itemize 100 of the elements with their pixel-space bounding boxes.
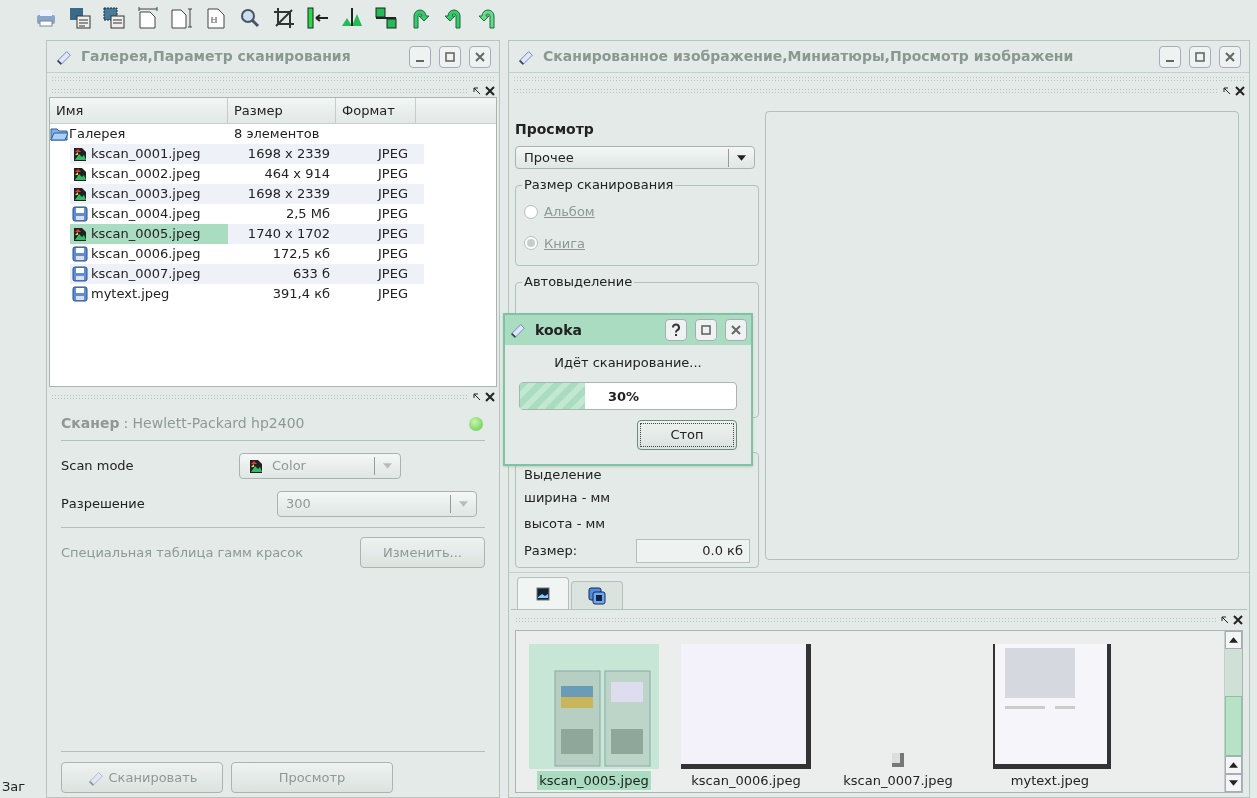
file-row[interactable]: kscan_0007.jpeg 633 б JPEG [70, 264, 424, 284]
fit-height-icon[interactable] [170, 6, 194, 30]
table-cell-text: 1740 x 1702 [246, 225, 331, 244]
minimize-button[interactable] [409, 45, 431, 68]
thumbnail[interactable]: kscan_0005.jpeg [528, 643, 660, 790]
scrollbar[interactable] [1224, 631, 1242, 792]
maximize-button[interactable] [1189, 45, 1211, 68]
file-row[interactable]: kscan_0001.jpeg 1698 x 2339 JPEG [70, 144, 424, 164]
column-header[interactable]: Формат [336, 98, 416, 123]
field-label: Размер: [524, 542, 579, 561]
thumbnail[interactable]: mytext.jpeg [984, 643, 1116, 790]
file-name: kscan_0003.jpeg [91, 185, 201, 204]
table-cell-text: JPEG [376, 265, 409, 284]
table-cell-text: 1698 x 2339 [246, 145, 331, 164]
tab[interactable] [571, 581, 623, 609]
status-text: Заг [2, 777, 27, 796]
selection-height: высота - мм [524, 514, 607, 533]
table-cell-text: 2,5 Мб [284, 205, 331, 224]
file-name: kscan_0004.jpeg [91, 205, 201, 224]
group-title: Выделение [524, 467, 603, 482]
dock-title: Галерея,Параметр сканирования [81, 47, 352, 66]
minimize-icon [1166, 59, 1174, 62]
tab[interactable] [517, 577, 569, 609]
file-name: kscan_0001.jpeg [91, 145, 201, 164]
file-name: kscan_0005.jpeg [91, 225, 201, 244]
file-name: kscan_0006.jpeg [91, 245, 201, 264]
image-file-icon [72, 166, 88, 182]
table-cell-text: JPEG [376, 185, 409, 204]
dropdown[interactable]: Прочее [515, 146, 755, 169]
table-cell-text: JPEG [376, 245, 409, 264]
thumbnail[interactable]: kscan_0006.jpeg [680, 643, 812, 790]
scroll-up-icon[interactable] [1225, 756, 1242, 774]
thumbnail-label: kscan_0007.jpeg [842, 771, 954, 790]
table-cell-text: 633 б [292, 265, 331, 284]
field-label: Scan mode [61, 457, 135, 476]
disk-file-icon [72, 246, 88, 262]
close-icon[interactable] [1233, 615, 1243, 625]
table-cell-text: JPEG [376, 165, 409, 184]
table-cell-text: 464 x 914 [263, 165, 331, 184]
close-icon[interactable] [485, 86, 495, 96]
undock-icon[interactable] [473, 393, 481, 401]
file-row[interactable]: kscan_0005.jpeg 1740 x 1702 JPEG [70, 224, 424, 244]
disk-file-icon [72, 266, 88, 282]
undock-icon[interactable] [1223, 87, 1231, 95]
table-cell-text: 1698 x 2339 [246, 185, 331, 204]
disk-file-icon [72, 286, 88, 302]
image-export-icon[interactable] [68, 6, 92, 30]
undock-icon[interactable] [1221, 616, 1229, 624]
file-row[interactable]: kscan_0003.jpeg 1698 x 2339 JPEG [70, 184, 424, 204]
fit-width-icon[interactable] [136, 6, 160, 30]
column-header[interactable]: Имя [50, 98, 228, 123]
image-file-icon [72, 186, 88, 202]
image-file-icon [72, 146, 88, 162]
status-light [469, 416, 483, 431]
thumbnail-label: mytext.jpeg [1009, 771, 1091, 790]
minimize-button[interactable] [1159, 45, 1181, 68]
size-field: 0.0 кб [636, 539, 750, 563]
dialog-title: kooka [535, 320, 583, 340]
maximize-button[interactable] [439, 45, 461, 68]
scroll-thumb[interactable] [1225, 696, 1242, 756]
mirror-both-icon[interactable] [374, 6, 398, 30]
close-button[interactable] [1219, 45, 1241, 68]
selection-width: ширина - мм [524, 489, 612, 507]
close-button[interactable] [725, 319, 747, 341]
thumbnail[interactable]: kscan_0007.jpeg [832, 643, 964, 790]
field-label: Разрешение [61, 495, 146, 514]
disk-file-icon [72, 206, 88, 222]
progress-text: 30% [608, 387, 640, 406]
tree-item[interactable]: Галерея [50, 124, 228, 144]
close-icon[interactable] [485, 392, 495, 402]
thumbnail-label: kscan_0006.jpeg [690, 771, 802, 790]
undock-icon[interactable] [473, 87, 481, 95]
help-button[interactable] [665, 319, 687, 341]
scroll-down-icon[interactable] [1225, 774, 1242, 792]
close-button[interactable] [469, 45, 491, 68]
file-name: mytext.jpeg [91, 285, 170, 304]
thumbnail-label: kscan_0005.jpeg [537, 770, 651, 790]
scanner-name: : Hewlett-Packard hp2400 [123, 414, 306, 433]
image-mode-icon [248, 458, 264, 474]
table-cell-text: JPEG [376, 285, 409, 304]
original-size-icon[interactable] [204, 6, 228, 30]
crop-icon[interactable] [272, 6, 296, 30]
image-file-icon [72, 226, 88, 242]
maximize-button[interactable] [695, 319, 717, 341]
close-icon[interactable] [1235, 86, 1245, 96]
zoom-icon[interactable] [238, 6, 262, 30]
table-cell-text: JPEG [376, 145, 409, 164]
scanner-label: Сканер [61, 414, 120, 433]
table-cell-text: JPEG [376, 205, 409, 224]
stop-button[interactable]: Стоп [637, 419, 737, 450]
folder-icon [50, 126, 68, 142]
mirror-horizontal-icon[interactable] [306, 6, 330, 30]
file-name: kscan_0002.jpeg [91, 165, 201, 184]
selection-export-icon[interactable] [102, 6, 126, 30]
column-header[interactable]: Размер [228, 98, 336, 123]
scroll-up-icon[interactable] [1225, 631, 1242, 649]
file-name: kscan_0007.jpeg [91, 265, 201, 284]
table-cell-text: 391,4 кб [271, 285, 331, 304]
table-cell-text: 172,5 кб [271, 245, 331, 264]
table-cell-text: JPEG [376, 225, 409, 244]
